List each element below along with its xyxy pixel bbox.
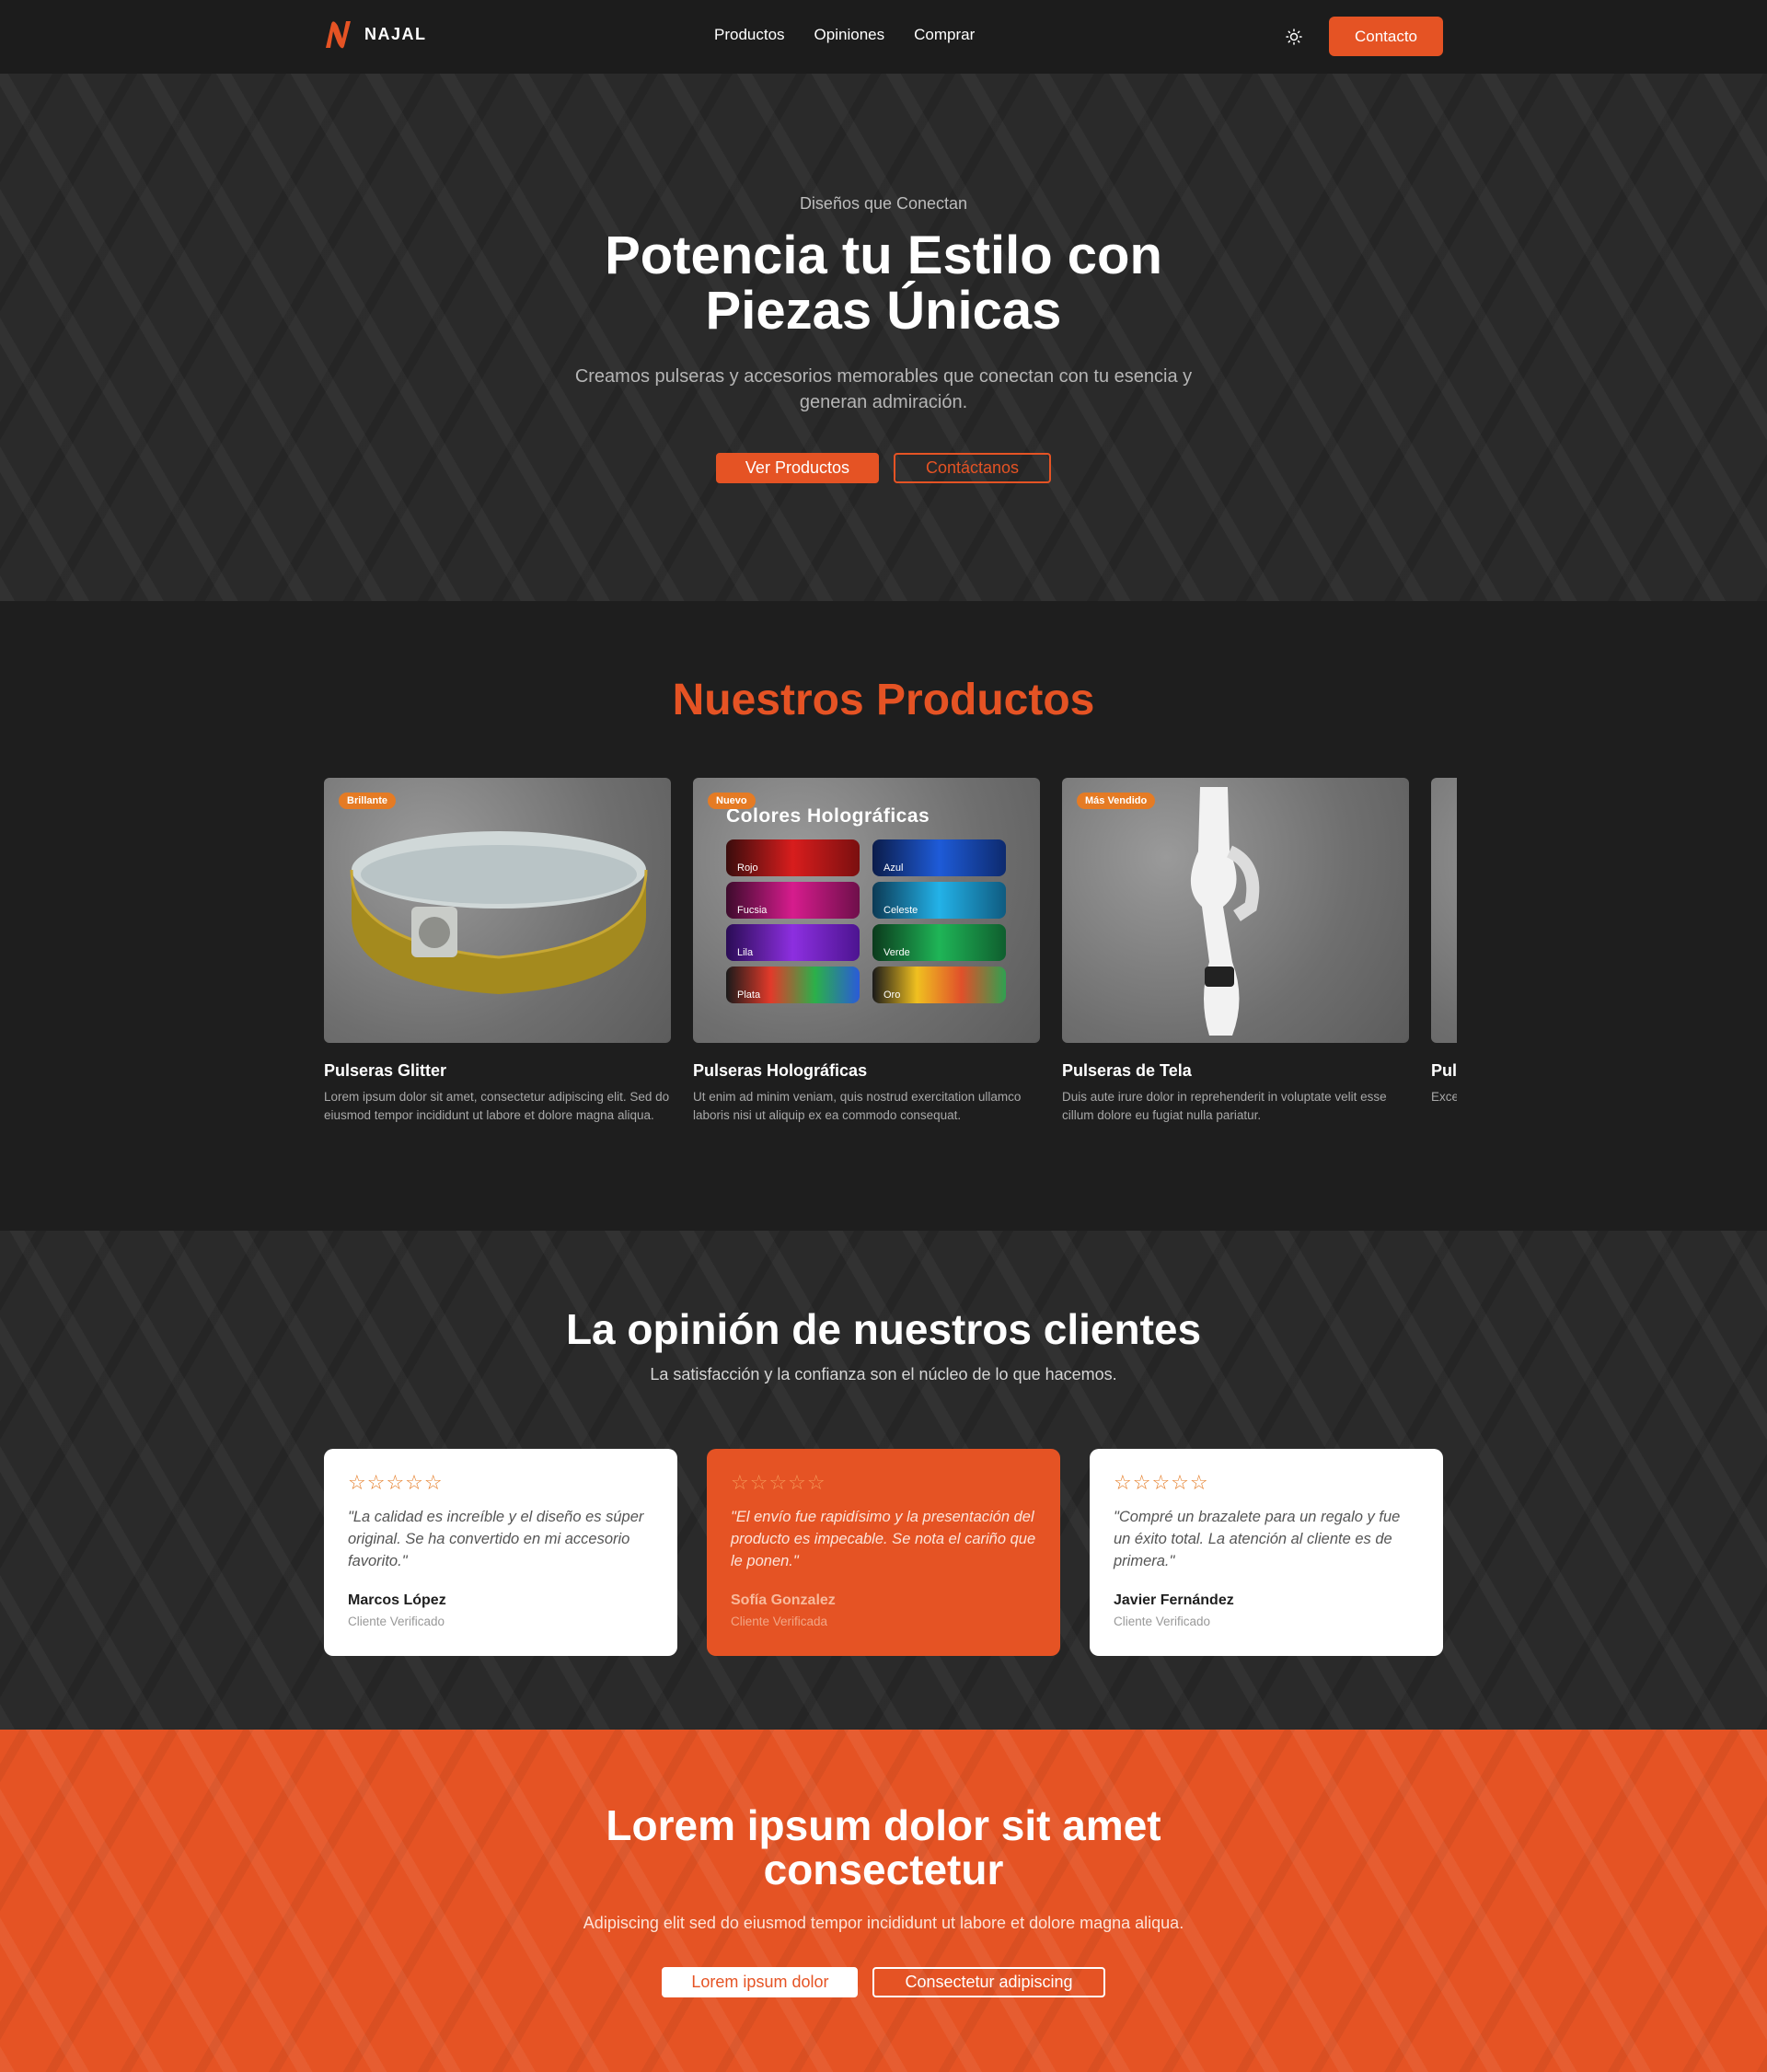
reviews-subtitle: La satisfacción y la confianza son el nú… [650, 1365, 1117, 1383]
review-author: Javier Fernández [1114, 1592, 1234, 1608]
brand-logo[interactable]: NAJAL [324, 18, 427, 50]
product-card-partial[interactable]: Puls Exce in cu [1431, 778, 1457, 1106]
product-name: Pulseras de Tela [1062, 1061, 1192, 1080]
hero-actions: Ver Productos Contáctanos [0, 453, 1767, 483]
color-tile-rojo: Rojo [726, 839, 860, 876]
product-badge: Más Vendido [1077, 793, 1156, 809]
cta-section: Lorem ipsum dolor sit amet consectetur A… [0, 1730, 1767, 2072]
product-description: Exce in cu [1431, 1090, 1457, 1104]
theme-toggle-button[interactable] [1283, 26, 1305, 48]
products-title: Nuestros Productos [672, 676, 1095, 724]
review-author: Marcos López [348, 1592, 446, 1608]
color-tile-lila: Lila [726, 924, 860, 961]
navbar: NAJAL Productos Opiniones Comprar Contac… [0, 0, 1767, 74]
color-tile-celeste: Celeste [872, 882, 1006, 919]
contact-button[interactable]: Contacto [1329, 17, 1443, 56]
hero-section: Diseños que Conectan Potencia tu Estilo … [0, 74, 1767, 601]
product-description: Ut enim ad minim veniam, quis nostrud ex… [693, 1090, 1022, 1122]
color-tile-oro: Oro [872, 967, 1006, 1003]
cta-primary-button[interactable]: Lorem ipsum dolor [662, 1967, 859, 1997]
cta-actions: Lorem ipsum dolor Consectetur adipiscing [0, 1967, 1767, 1997]
review-card: ☆☆☆☆☆ "La calidad es increíble y el dise… [324, 1449, 677, 1656]
brand-name: NAJAL [364, 24, 427, 43]
review-role: Cliente Verificado [1114, 1615, 1211, 1628]
reviews-section: La opinión de nuestros clientes La satis… [0, 1231, 1767, 1730]
holographic-color-grid: Rojo Azul Fucsia Celeste Lila Verde Plat… [726, 839, 1008, 1003]
contact-us-button[interactable]: Contáctanos [893, 453, 1052, 483]
product-badge: Nuevo [708, 793, 756, 809]
color-tile-plata: Plata [726, 967, 860, 1003]
products-carousel[interactable]: Brillante Pulseras Glitter Lorem ipsum d… [324, 778, 1457, 1164]
star-rating-icon: ☆☆☆☆☆ [348, 1471, 444, 1494]
product-name: Pulseras Holográficas [693, 1061, 868, 1080]
hero-subtitle: Creamos pulseras y accesorios memorables… [574, 366, 1193, 412]
product-badge: Brillante [339, 793, 397, 809]
product-image-holographic: Colores Holográficas Rojo Azul Fucsia Ce… [693, 778, 1040, 1043]
review-quote: "Compré un brazalete para un regalo y fu… [1114, 1509, 1401, 1569]
main-nav: Productos Opiniones Comprar [714, 26, 975, 44]
holographic-image-title: Colores Holográficas [726, 805, 930, 827]
review-card-featured: ☆☆☆☆☆ "El envío fue rapidísimo y la pres… [707, 1449, 1060, 1656]
reviews-title: La opinión de nuestros clientes [565, 1305, 1202, 1353]
product-description: Lorem ipsum dolor sit amet, consectetur … [324, 1090, 670, 1122]
product-description: Duis aute irure dolor in reprehenderit i… [1062, 1090, 1387, 1122]
glitter-bracelet-image [350, 831, 648, 994]
product-card-tela[interactable]: Más Vendido Pulseras de Tela Duis aute i… [1062, 778, 1409, 1125]
hero-title: Potencia tu Estilo con Piezas Únicas [605, 226, 1162, 341]
product-image-glitter: Brillante [324, 778, 671, 1043]
nav-link-opiniones[interactable]: Opiniones [814, 26, 885, 44]
nav-link-productos[interactable]: Productos [714, 26, 785, 44]
products-section: Nuestros Productos Brillante Pulseras Gl… [0, 601, 1767, 1231]
product-name: Puls [1431, 1061, 1457, 1080]
cta-title: Lorem ipsum dolor sit amet consectetur [606, 1801, 1161, 1893]
color-tile-verde: Verde [872, 924, 1006, 961]
star-rating-icon: ☆☆☆☆☆ [731, 1471, 826, 1494]
view-products-button[interactable]: Ver Productos [715, 453, 879, 483]
fabric-bracelet-image [1190, 787, 1260, 1036]
product-card-holographic[interactable]: Colores Holográficas Rojo Azul Fucsia Ce… [693, 778, 1040, 1125]
hero-eyebrow: Diseños que Conectan [799, 194, 968, 213]
review-quote: "La calidad es increíble y el diseño es … [348, 1509, 644, 1569]
color-tile-fucsia: Fucsia [726, 882, 860, 919]
najal-logo-icon [326, 21, 351, 49]
product-name: Pulseras Glitter [324, 1061, 447, 1080]
product-image-tela: Más Vendido [1062, 778, 1409, 1043]
review-role: Cliente Verificada [731, 1615, 828, 1628]
cta-subtitle: Adipiscing elit sed do eiusmod tempor in… [583, 1914, 1184, 1932]
review-author: Sofía Gonzalez [731, 1592, 836, 1608]
product-image-partial [1431, 778, 1457, 1043]
review-role: Cliente Verificado [348, 1615, 445, 1628]
star-rating-icon: ☆☆☆☆☆ [1114, 1471, 1209, 1494]
color-tile-azul: Azul [872, 839, 1006, 876]
nav-link-comprar[interactable]: Comprar [914, 26, 975, 44]
cta-secondary-button[interactable]: Consectetur adipiscing [872, 1967, 1105, 1997]
product-card-glitter[interactable]: Brillante Pulseras Glitter Lorem ipsum d… [324, 778, 671, 1125]
sun-icon [1286, 29, 1302, 45]
review-quote: "El envío fue rapidísimo y la presentaci… [731, 1509, 1036, 1569]
review-card: ☆☆☆☆☆ "Compré un brazalete para un regal… [1090, 1449, 1443, 1656]
